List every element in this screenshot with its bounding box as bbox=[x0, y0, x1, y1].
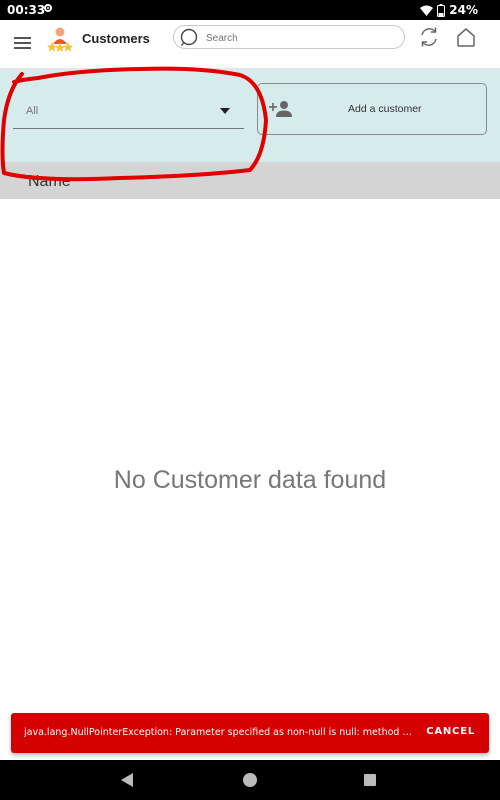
add-person-icon bbox=[269, 101, 292, 117]
battery-percent: 24% bbox=[449, 3, 478, 17]
status-bar: 00:33 24% bbox=[0, 0, 500, 20]
customer-filter-dropdown[interactable]: All bbox=[13, 98, 244, 129]
add-customer-label: Add a customer bbox=[348, 103, 422, 115]
home-icon[interactable] bbox=[455, 26, 477, 48]
home-nav-icon[interactable] bbox=[243, 773, 257, 787]
screen-record-icon bbox=[44, 4, 52, 12]
customers-logo-icon bbox=[47, 27, 73, 52]
refresh-icon[interactable] bbox=[418, 26, 440, 48]
error-snackbar: java.lang.NullPointerException: Paramete… bbox=[11, 713, 489, 753]
search-input[interactable] bbox=[204, 29, 398, 47]
search-icon bbox=[180, 28, 198, 46]
app-bar: Customers bbox=[0, 20, 500, 69]
dropdown-value: All bbox=[26, 105, 39, 117]
filter-panel: All Add a customer bbox=[0, 69, 500, 162]
recents-icon[interactable] bbox=[364, 774, 376, 786]
page-title: Customers bbox=[82, 31, 150, 46]
wifi-icon bbox=[420, 5, 434, 16]
status-time: 00:33 bbox=[7, 3, 46, 17]
caret-down-icon bbox=[220, 108, 230, 114]
battery-icon bbox=[437, 3, 446, 17]
empty-state-message: No Customer data found bbox=[113, 466, 387, 494]
status-icons: 24% bbox=[420, 3, 478, 17]
column-header-name: Name bbox=[28, 173, 71, 190]
search-bar[interactable] bbox=[173, 25, 405, 49]
back-icon[interactable] bbox=[121, 773, 133, 787]
system-navigation-bar bbox=[0, 760, 500, 800]
menu-icon[interactable] bbox=[14, 37, 31, 50]
error-message: java.lang.NullPointerException: Paramete… bbox=[24, 727, 414, 738]
add-customer-button[interactable]: Add a customer bbox=[257, 83, 487, 135]
table-header: Name bbox=[0, 162, 500, 199]
cancel-button[interactable]: CANCEL bbox=[426, 726, 475, 737]
